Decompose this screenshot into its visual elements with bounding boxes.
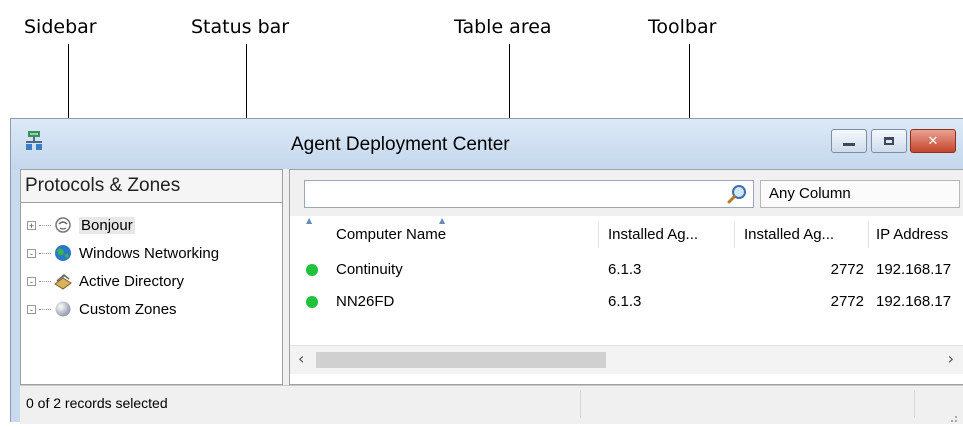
- sidebar-item-label: Active Directory: [79, 272, 185, 290]
- callout-table-area-label: Table area: [454, 16, 552, 38]
- status-bar: 0 of 2 records selected: [20, 385, 963, 424]
- expand-toggle[interactable]: -: [27, 304, 36, 314]
- cell-agent-build: 2772: [830, 293, 864, 310]
- maximize-button[interactable]: [871, 129, 907, 153]
- sidebar-item-windows-networking[interactable]: - Windows Networking: [27, 242, 219, 264]
- sidebar-item-label: Bonjour: [79, 216, 135, 234]
- table-panel: Any Column ▲ ▲ Computer Name Installed A…: [289, 169, 963, 385]
- cell-ip-address: 192.168.17: [876, 261, 952, 278]
- expand-toggle[interactable]: -: [27, 248, 36, 258]
- minimize-icon: [843, 142, 855, 146]
- callout-toolbar-label: Toolbar: [648, 16, 717, 38]
- client-area: Protocols & Zones + Bonjour - Windows Ne…: [20, 169, 963, 424]
- table-header: ▲ ▲ Computer Name Installed Ag... Instal…: [290, 216, 963, 252]
- table-row[interactable]: NN26FD 6.1.3 2772 192.168.17: [290, 286, 963, 318]
- app-window: Agent Deployment Center ✕ Protocols & Zo…: [10, 118, 963, 424]
- title-bar[interactable]: Agent Deployment Center ✕: [11, 119, 963, 169]
- globe-icon: [53, 244, 73, 262]
- column-header-computer-name[interactable]: Computer Name: [336, 216, 596, 252]
- scroll-right-icon[interactable]: ›: [948, 349, 954, 368]
- sidebar-item-bonjour[interactable]: + Bonjour: [27, 214, 135, 236]
- sphere-icon: [53, 300, 73, 318]
- cell-agent-version: 6.1.3: [608, 293, 642, 310]
- cell-agent-version: 6.1.3: [608, 261, 642, 278]
- sidebar-item-custom-zones[interactable]: - Custom Zones: [27, 298, 177, 320]
- cell-computer-name: NN26FD: [336, 293, 395, 310]
- status-dot-icon: [306, 264, 318, 276]
- column-filter-select[interactable]: Any Column: [760, 180, 960, 208]
- network-computers-icon: [25, 130, 43, 152]
- column-header-ip-address[interactable]: IP Address: [876, 216, 963, 252]
- callout-sidebar-label: Sidebar: [24, 16, 97, 38]
- maximize-icon: [884, 137, 894, 145]
- bonjour-icon: [53, 216, 73, 234]
- sort-indicator-icon: ▲: [306, 216, 313, 225]
- sidebar-header: Protocols & Zones: [21, 170, 282, 203]
- minimize-button[interactable]: [831, 129, 867, 153]
- window-title: Agent Deployment Center: [291, 134, 510, 155]
- column-header-installed-agent-version[interactable]: Installed Ag...: [608, 216, 728, 252]
- cell-agent-build: 2772: [830, 261, 864, 278]
- sidebar: Protocols & Zones + Bonjour - Windows Ne…: [20, 169, 283, 385]
- toolbar: Any Column: [290, 170, 963, 217]
- search-input[interactable]: [304, 180, 754, 208]
- resize-grip-icon[interactable]: [946, 408, 958, 422]
- expand-toggle[interactable]: -: [27, 276, 36, 286]
- close-button[interactable]: ✕: [910, 129, 956, 153]
- sidebar-item-active-directory[interactable]: - Active Directory: [27, 270, 184, 292]
- scrollbar-thumb[interactable]: [316, 352, 606, 368]
- close-icon: ✕: [927, 133, 939, 149]
- callout-status-bar-label: Status bar: [191, 16, 290, 38]
- cell-ip-address: 192.168.17: [876, 293, 952, 310]
- table-row[interactable]: Continuity 6.1.3 2772 192.168.17: [290, 254, 963, 286]
- cell-computer-name: Continuity: [336, 261, 403, 278]
- sidebar-item-label: Windows Networking: [79, 244, 220, 262]
- horizontal-scrollbar[interactable]: ‹ ›: [290, 345, 963, 374]
- expand-toggle[interactable]: +: [27, 220, 36, 230]
- sidebar-item-label: Custom Zones: [79, 300, 177, 318]
- scroll-left-icon[interactable]: ‹: [298, 349, 304, 368]
- magnifier-icon[interactable]: [727, 184, 747, 204]
- directory-book-icon: [53, 272, 73, 290]
- status-dot-icon: [306, 296, 318, 308]
- status-text: 0 of 2 records selected: [26, 395, 168, 411]
- column-header-installed-agent-build[interactable]: Installed Ag...: [744, 216, 870, 252]
